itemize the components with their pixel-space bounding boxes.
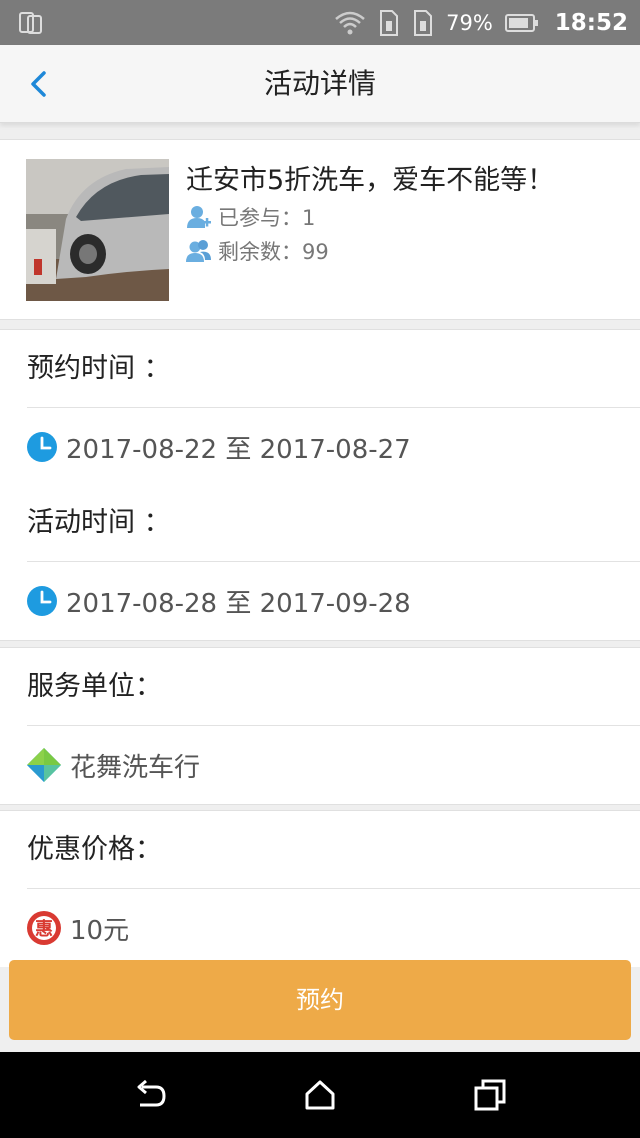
discount-badge-text: 惠 [35, 919, 53, 940]
booking-time-section: 预约时间 ： 2017-08-22 至 2017-08-27 [0, 329, 640, 487]
sim-card-icon-2 [414, 9, 433, 36]
page-title: 活动详情 [263, 67, 376, 100]
remaining-count: 剩余数：99 [186, 236, 329, 266]
activity-thumbnail [26, 159, 169, 301]
booking-time-value: 2017-08-22 至 2017-08-27 [66, 434, 411, 465]
clock-icon [27, 586, 57, 616]
shop-logo-icon [27, 748, 61, 782]
nav-bar: 活动详情 [0, 45, 640, 123]
service-unit-row[interactable]: 花舞洗车行 [0, 726, 640, 804]
battery-percent: 79% [446, 10, 493, 35]
discount-price-value: 10元 [70, 915, 130, 946]
book-button[interactable]: 预约 [9, 960, 631, 1040]
system-nav-bar [0, 1052, 640, 1138]
discount-price-row: 惠 10元 [0, 889, 640, 967]
system-home-icon[interactable] [302, 1077, 338, 1113]
remaining-text: 剩余数：99 [218, 240, 329, 264]
dual-sim-icon [19, 12, 42, 34]
clock-icon [27, 432, 57, 462]
clock-time: 18:52 [554, 9, 628, 36]
activity-time-value: 2017-08-28 至 2017-09-28 [66, 588, 411, 619]
sim-card-icon [380, 9, 399, 36]
activity-time-row: 2017-08-28 至 2017-09-28 [0, 562, 640, 640]
status-bar: 79% 18:52 [0, 0, 640, 45]
system-recents-icon[interactable] [472, 1077, 508, 1113]
service-unit-section: 服务单位： 花舞洗车行 [0, 647, 640, 805]
discount-price-section: 优惠价格： 惠 10元 [0, 810, 640, 967]
booking-time-row: 2017-08-22 至 2017-08-27 [0, 408, 640, 486]
booking-time-label: 预约时间 ： [27, 353, 171, 384]
user-plus-icon [187, 206, 211, 228]
service-unit-label: 服务单位： [27, 671, 162, 702]
activity-time-label: 活动时间 ： [27, 507, 171, 538]
users-icon [186, 240, 211, 262]
discount-price-label: 优惠价格： [27, 834, 162, 865]
system-back-icon[interactable] [132, 1077, 168, 1113]
joined-text: 已参与：1 [218, 206, 316, 230]
activity-time-section: 活动时间 ： 2017-08-28 至 2017-09-28 [0, 484, 640, 641]
service-unit-value: 花舞洗车行 [70, 752, 201, 783]
activity-card[interactable]: 迁安市5折洗车，爱车不能等！ 已参与：1 剩余数：99 [0, 139, 640, 320]
wifi-icon [335, 11, 365, 34]
activity-title: 迁安市5折洗车，爱车不能等！ [186, 165, 555, 196]
battery-icon [504, 13, 538, 32]
joined-count: 已参与：1 [186, 202, 315, 232]
discount-badge-icon: 惠 [27, 911, 61, 945]
status-right: 79% 18:52 [334, 0, 628, 45]
